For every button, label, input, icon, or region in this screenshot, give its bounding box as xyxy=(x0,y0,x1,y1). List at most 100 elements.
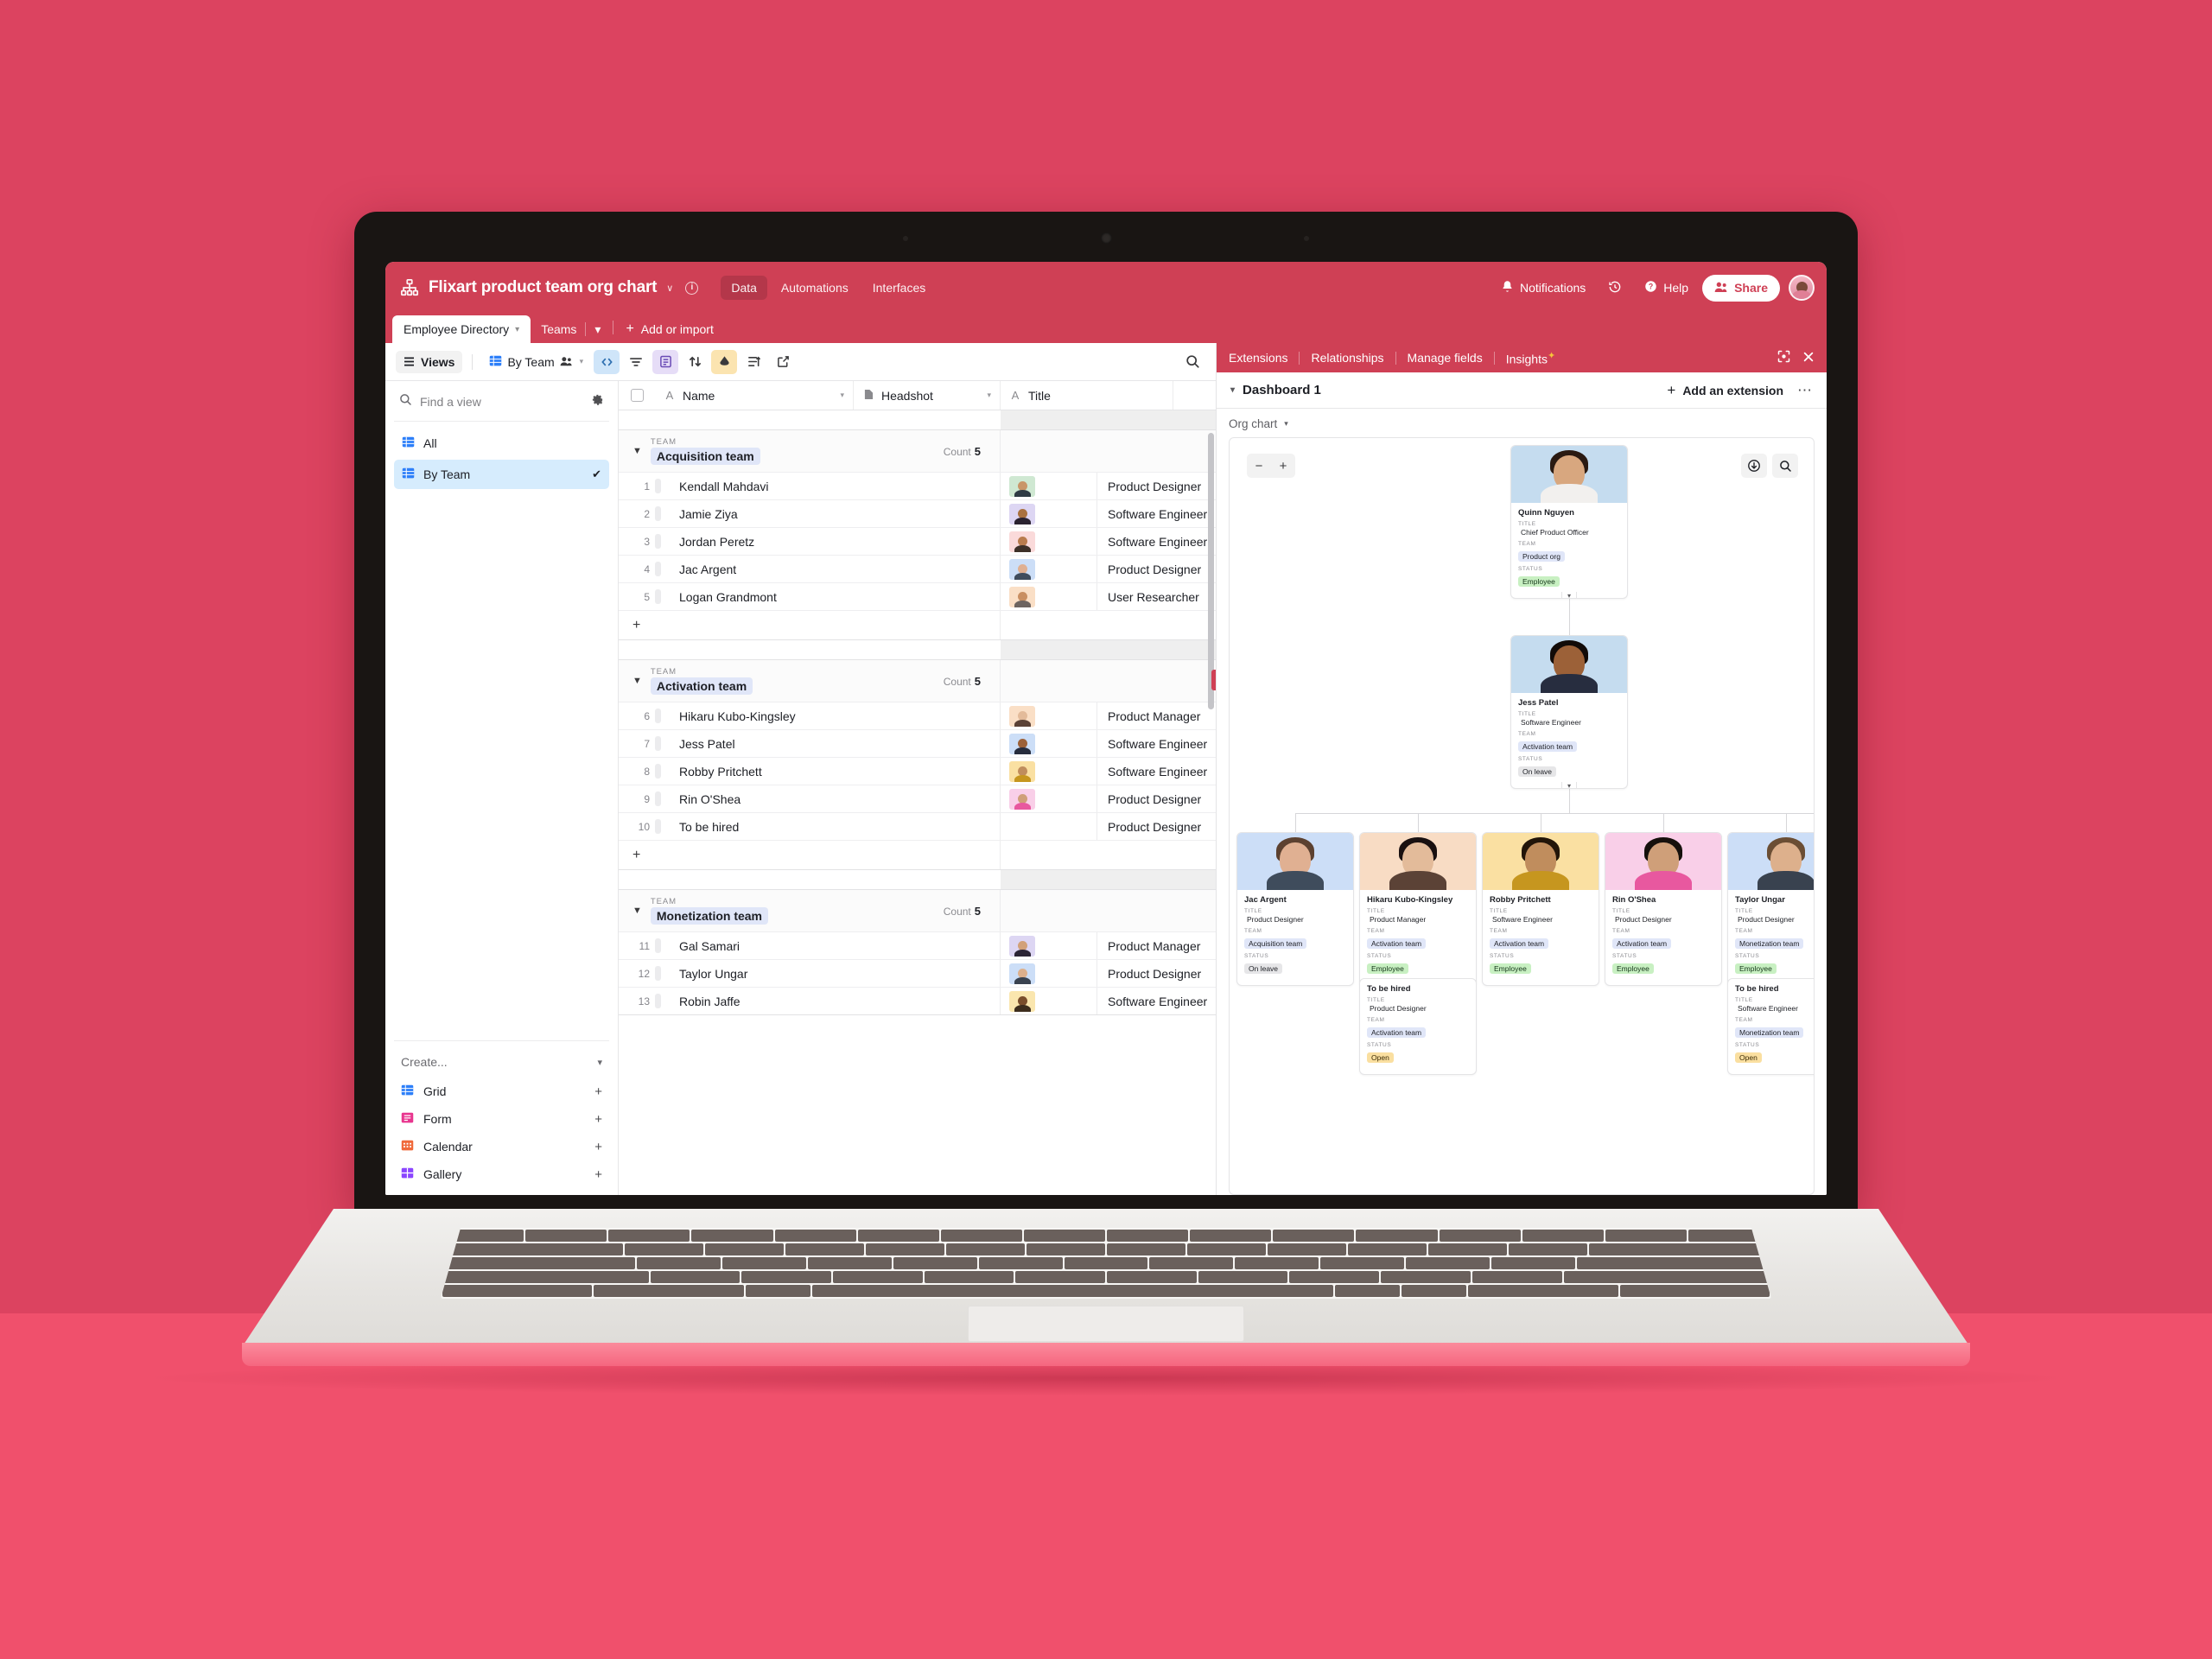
column-header-headshot[interactable]: Headshot ▾ xyxy=(854,381,1001,410)
row-drag-handle[interactable] xyxy=(655,500,667,527)
tab-interfaces[interactable]: Interfaces xyxy=(862,276,936,300)
plus-icon[interactable]: + xyxy=(594,1084,602,1099)
color-icon[interactable] xyxy=(711,349,738,374)
table-tab-employee-directory[interactable]: Employee Directory ▾ xyxy=(392,315,531,343)
cell-name[interactable]: Jamie Ziya xyxy=(667,500,1001,527)
org-node-rin-oshea[interactable]: Rin O'Shea TITLE Product Designer TEAM A… xyxy=(1605,832,1722,986)
cell-title[interactable]: Software Engineer xyxy=(1097,988,1216,1014)
org-chart-canvas[interactable]: − + Quinn Nguyen TITLE Chief Product Off… xyxy=(1229,437,1815,1195)
cell-title[interactable]: Product Designer xyxy=(1097,785,1216,812)
add-record-plus-icon[interactable]: + xyxy=(619,611,1001,639)
current-view-button[interactable]: By Team ▾ xyxy=(482,350,590,374)
table-row[interactable]: 3 Jordan Peretz Software Engineer xyxy=(619,527,1216,555)
table-row[interactable]: 9 Rin O'Shea Product Designer xyxy=(619,785,1216,812)
cell-name[interactable]: Jac Argent xyxy=(667,556,1001,582)
collapse-caret-icon[interactable]: ▼ xyxy=(632,446,642,456)
cell-headshot[interactable] xyxy=(1001,988,1097,1014)
tab-relationships[interactable]: Relationships xyxy=(1300,351,1395,365)
view-chevron-down-icon[interactable]: ▾ xyxy=(580,357,584,366)
close-icon[interactable] xyxy=(1802,351,1815,365)
tab-data[interactable]: Data xyxy=(721,276,767,300)
cell-title[interactable]: Software Engineer xyxy=(1097,730,1216,757)
dashboard-title[interactable]: ▾ Dashboard 1 xyxy=(1230,383,1321,397)
tab-automations[interactable]: Automations xyxy=(771,276,859,300)
cell-headshot[interactable] xyxy=(1001,528,1097,555)
base-info-icon[interactable]: i xyxy=(685,281,699,295)
table-row[interactable]: 5 Logan Grandmont User Researcher xyxy=(619,582,1216,610)
plus-icon[interactable]: + xyxy=(594,1112,602,1127)
row-drag-handle[interactable] xyxy=(655,932,667,959)
search-icon[interactable] xyxy=(1179,350,1205,374)
hide-fields-icon[interactable] xyxy=(594,349,620,374)
grid-scroll-region[interactable]: ▼ TEAM Acquisition team Count 5 1 Kendal… xyxy=(619,410,1216,1195)
cell-name[interactable]: To be hired xyxy=(667,813,1001,840)
table-row[interactable]: 1 Kendall Mahdavi Product Designer xyxy=(619,472,1216,499)
column-header-name[interactable]: A Name ▾ xyxy=(655,381,854,410)
collapse-caret-icon[interactable]: ▼ xyxy=(632,906,642,916)
group-header[interactable]: ▼ TEAM Activation team Count 5 xyxy=(619,660,1216,702)
group-icon[interactable] xyxy=(652,349,679,374)
tab-insights[interactable]: Insights✦ xyxy=(1495,350,1567,366)
tab-manage-fields[interactable]: Manage fields xyxy=(1396,351,1494,365)
row-height-icon[interactable] xyxy=(741,350,766,374)
org-node-to-be-hired-monetization[interactable]: To be hired TITLE Software Engineer TEAM… xyxy=(1727,978,1814,1075)
tab-extensions[interactable]: Extensions xyxy=(1229,351,1299,365)
pane-resize-handle[interactable] xyxy=(1211,670,1216,690)
org-node-jac-argent[interactable]: Jac Argent TITLE Product Designer TEAM A… xyxy=(1236,832,1354,986)
cell-name[interactable]: Hikaru Kubo-Kingsley xyxy=(667,702,1001,729)
cell-title[interactable]: Product Manager xyxy=(1097,702,1216,729)
chevron-down-icon[interactable]: ▾ xyxy=(1284,419,1288,429)
cell-name[interactable]: Gal Samari xyxy=(667,932,1001,959)
plus-icon[interactable]: + xyxy=(594,1167,602,1182)
extension-name[interactable]: Org chart ▾ xyxy=(1229,417,1815,430)
cell-title[interactable]: Software Engineer xyxy=(1097,500,1216,527)
create-gallery-item[interactable]: Gallery + xyxy=(394,1160,609,1188)
cell-name[interactable]: Jordan Peretz xyxy=(667,528,1001,555)
row-drag-handle[interactable] xyxy=(655,813,667,840)
node-collapse-toggle[interactable]: ▾ xyxy=(1561,782,1577,788)
filter-icon[interactable] xyxy=(623,350,649,374)
cell-title[interactable]: Product Designer xyxy=(1097,473,1216,499)
table-row[interactable]: 2 Jamie Ziya Software Engineer xyxy=(619,499,1216,527)
table-row[interactable]: 4 Jac Argent Product Designer xyxy=(619,555,1216,582)
org-node-taylor-ungar[interactable]: Taylor Ungar TITLE Product Designer TEAM… xyxy=(1727,832,1814,986)
org-node-hikaru-kubo-kingsley[interactable]: Hikaru Kubo-Kingsley TITLE Product Manag… xyxy=(1359,832,1477,986)
table-row[interactable]: 8 Robby Pritchett Software Engineer xyxy=(619,757,1216,785)
cell-headshot[interactable] xyxy=(1001,932,1097,959)
table-row[interactable]: 10 To be hired Product Designer xyxy=(619,812,1216,840)
cell-name[interactable]: Rin O'Shea xyxy=(667,785,1001,812)
create-grid-item[interactable]: Grid + xyxy=(394,1077,609,1105)
row-drag-handle[interactable] xyxy=(655,473,667,499)
history-button[interactable] xyxy=(1599,275,1630,302)
create-calendar-item[interactable]: Calendar + xyxy=(394,1133,609,1160)
node-collapse-toggle[interactable]: ▾ xyxy=(1561,592,1577,598)
avatar[interactable] xyxy=(1789,275,1815,301)
cell-headshot[interactable] xyxy=(1001,730,1097,757)
table-row[interactable]: 13 Robin Jaffe Software Engineer xyxy=(619,987,1216,1014)
cell-title[interactable]: Product Designer xyxy=(1097,960,1216,987)
cell-headshot[interactable] xyxy=(1001,702,1097,729)
cell-headshot[interactable] xyxy=(1001,500,1097,527)
search-input[interactable] xyxy=(420,395,583,409)
table-row[interactable]: 7 Jess Patel Software Engineer xyxy=(619,729,1216,757)
grid-vertical-scrollbar[interactable] xyxy=(1208,433,1214,709)
share-button[interactable]: Share xyxy=(1702,274,1780,302)
sidebar-item-by-team[interactable]: By Team ✔ xyxy=(394,460,609,489)
org-node-jess-patel[interactable]: Jess Patel TITLE Software Engineer TEAM … xyxy=(1510,635,1628,789)
add-record-row[interactable]: + xyxy=(619,840,1216,869)
cell-headshot[interactable] xyxy=(1001,473,1097,499)
help-button[interactable]: ? Help xyxy=(1636,275,1697,301)
row-drag-handle[interactable] xyxy=(655,758,667,785)
chevron-down-icon[interactable]: ▾ xyxy=(987,391,991,400)
sort-icon[interactable] xyxy=(682,350,708,374)
cell-name[interactable]: Robin Jaffe xyxy=(667,988,1001,1014)
org-node-robby-pritchett[interactable]: Robby Pritchett TITLE Software Engineer … xyxy=(1482,832,1599,986)
cell-headshot[interactable] xyxy=(1001,785,1097,812)
cell-title[interactable]: Product Designer xyxy=(1097,813,1216,840)
chevron-down-icon[interactable]: ▾ xyxy=(1230,385,1235,395)
cell-headshot[interactable] xyxy=(1001,556,1097,582)
chevron-down-icon[interactable]: ▾ xyxy=(840,391,844,400)
select-all-checkbox[interactable] xyxy=(619,381,655,410)
cell-headshot[interactable] xyxy=(1001,583,1097,610)
row-drag-handle[interactable] xyxy=(655,730,667,757)
